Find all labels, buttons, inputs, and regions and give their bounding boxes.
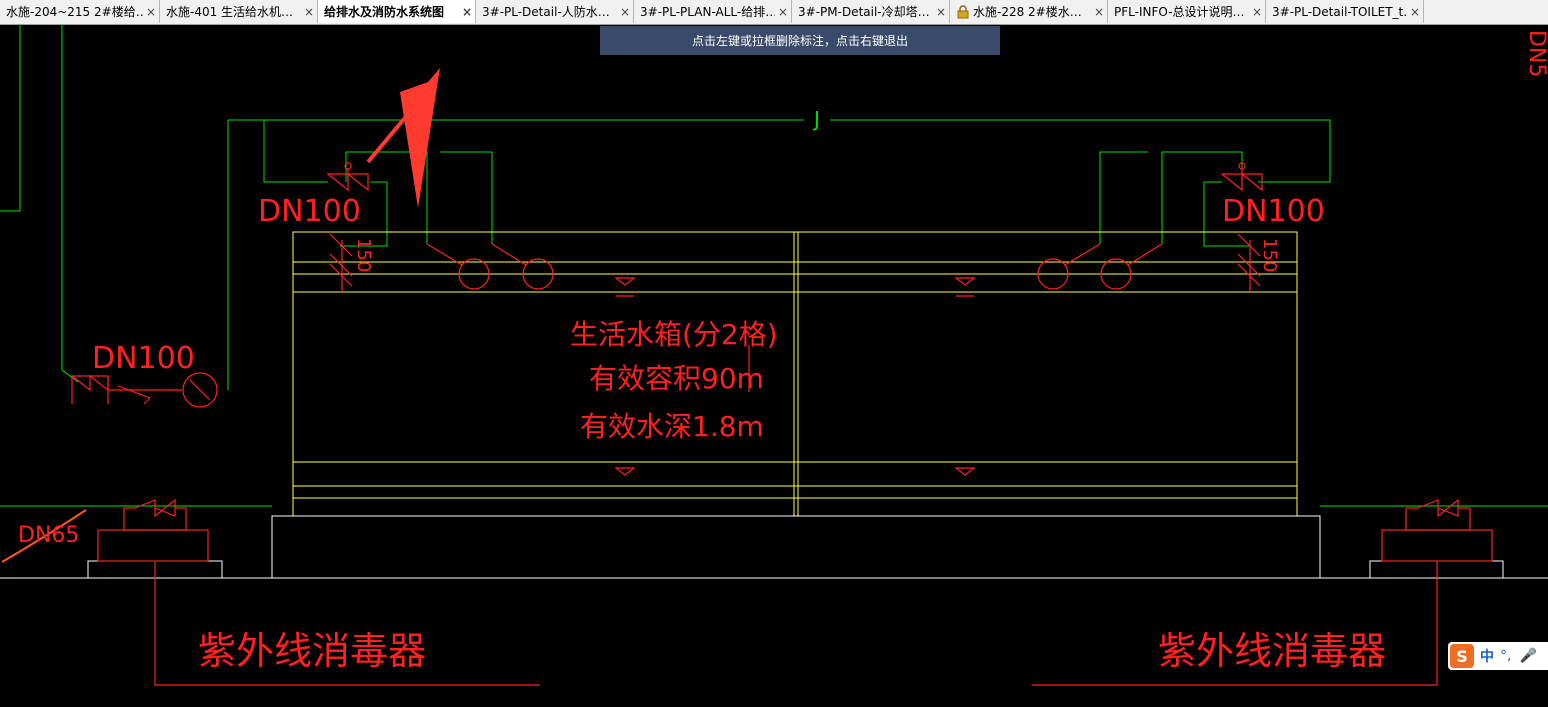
ime-lang-toggle[interactable]: 中 xyxy=(1480,646,1494,666)
sogou-logo-icon[interactable]: S xyxy=(1450,644,1474,668)
mic-icon[interactable]: 🎤 xyxy=(1519,648,1536,664)
tab-0[interactable]: 水施-204~215 2#楼给… × xyxy=(0,0,160,23)
dim-150-right: 150 xyxy=(1259,238,1280,272)
close-icon[interactable]: × xyxy=(1249,5,1265,19)
tab-7[interactable]: PFL-INFO-总设计说明… × xyxy=(1108,0,1266,23)
close-icon[interactable]: × xyxy=(1407,5,1423,19)
tab-label: 水施-228 2#楼水… xyxy=(973,5,1082,19)
tab-1[interactable]: 水施-401 生活给水机… × xyxy=(160,0,318,23)
close-icon[interactable]: × xyxy=(459,5,475,19)
close-icon[interactable]: × xyxy=(933,5,949,19)
ime-punct-toggle[interactable]: °, xyxy=(1500,648,1511,664)
label-uv-left: 紫外线消毒器 xyxy=(198,629,426,673)
label-dn65: DN65 xyxy=(18,523,79,548)
ime-toolbar[interactable]: S 中 °, 🎤 xyxy=(1448,642,1548,670)
annotation-arrow xyxy=(366,68,440,208)
tab-label: 3#-PL-Detail-TOILET_t… xyxy=(1272,4,1407,19)
label-dn-top-right: DN5 xyxy=(1524,30,1548,77)
tab-label: 水施-401 生活给水机… xyxy=(166,5,294,19)
tab-2[interactable]: 给排水及消防水系统图 × xyxy=(318,0,476,23)
label-uv-right: 紫外线消毒器 xyxy=(1158,629,1386,673)
tab-5[interactable]: 3#-PM-Detail-冷却塔… × xyxy=(792,0,950,23)
label-dn100-left-top: DN100 xyxy=(258,194,361,229)
tab-label: 3#-PL-Detail-人防水… xyxy=(482,5,610,19)
tank-label-line2: 有效容积90m xyxy=(589,362,764,395)
tab-3[interactable]: 3#-PL-Detail-人防水… × xyxy=(476,0,634,23)
pipe-label-j: J xyxy=(812,107,820,131)
tab-4[interactable]: 3#-PL-PLAN-ALL-给排… × xyxy=(634,0,792,23)
close-icon[interactable]: × xyxy=(143,5,159,19)
tank-base xyxy=(0,515,1548,579)
document-tab-bar: 水施-204~215 2#楼给… × 水施-401 生活给水机… × 给排水及消防水… xyxy=(0,0,1548,25)
tab-label: 3#-PM-Detail-冷却塔… xyxy=(798,5,930,19)
tab-label: PFL-INFO-总设计说明… xyxy=(1114,5,1245,19)
tab-8[interactable]: 3#-PL-Detail-TOILET_t… × xyxy=(1266,0,1424,23)
tab-label: 给排水及消防水系统图 xyxy=(324,5,445,19)
tab-label: 水施-204~215 2#楼给… xyxy=(6,5,143,19)
tab-6[interactable]: 水施-228 2#楼水… × xyxy=(950,0,1108,23)
tank-label-line1: 生活水箱(分2格) xyxy=(570,318,778,351)
dim-150-left: 150 xyxy=(353,238,374,272)
water-tank xyxy=(292,231,1298,517)
water-pipes xyxy=(0,24,1548,507)
close-icon[interactable]: × xyxy=(301,5,317,19)
lock-icon xyxy=(957,4,969,18)
close-icon[interactable]: × xyxy=(617,5,633,19)
tab-label: 3#-PL-PLAN-ALL-给排… xyxy=(640,5,775,19)
label-dn100-left-mid: DN100 xyxy=(92,341,195,376)
label-dn100-right-top: DN100 xyxy=(1222,194,1325,229)
command-hint-banner: 点击左键或拉框删除标注，点击右键退出 xyxy=(600,26,1000,55)
tank-label-line3: 有效水深1.8m xyxy=(580,410,764,443)
valve-left-mid xyxy=(70,374,109,392)
cad-drawing-canvas[interactable]: J DN100 DN100 DN100 150 150 DN65 DN5 生活水… xyxy=(0,24,1548,707)
close-icon[interactable]: × xyxy=(1091,5,1107,19)
close-icon[interactable]: × xyxy=(775,5,791,19)
